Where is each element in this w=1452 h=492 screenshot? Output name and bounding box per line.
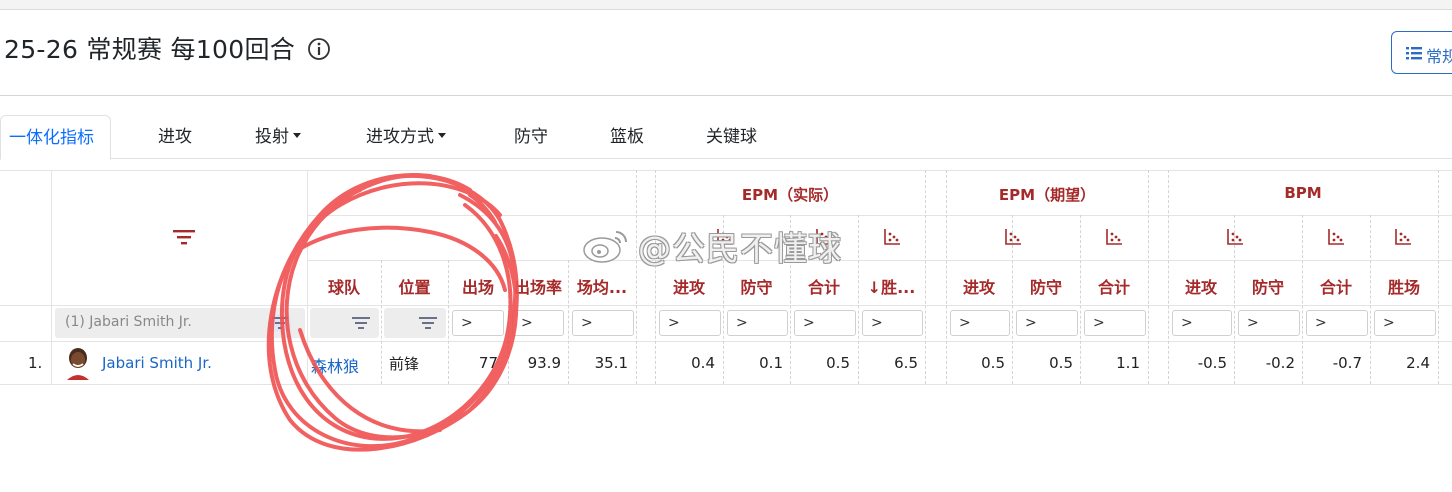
stat-tabs: 一体化指标 进攻 投射 进攻方式 防守 篮板 关键球	[0, 115, 1452, 160]
filter-icon[interactable]	[269, 315, 291, 331]
tab-label: 防守	[514, 127, 548, 147]
caret-down-icon	[293, 133, 301, 138]
minutes-cell: 35.1	[594, 354, 628, 372]
scatter-plot-icon[interactable]	[883, 228, 901, 246]
column-header-xepm-total[interactable]: 合计	[1080, 274, 1148, 298]
epm-total-filter-input[interactable]: >	[794, 310, 856, 336]
page-title: 25-26 常规赛 每100回合	[4, 35, 296, 64]
tab-label: 篮板	[610, 127, 644, 147]
xepm-off-filter-input[interactable]: >	[950, 310, 1010, 336]
table-row: 1. Jabari Smith Jr. 森林狼 前锋 77 93.9 35.1 …	[0, 342, 1452, 384]
tab-label: 进攻	[158, 127, 192, 147]
bpm-wins-filter-input[interactable]: >	[1374, 310, 1436, 336]
epm-def-filter-input[interactable]: >	[727, 310, 788, 336]
scatter-plot-icon[interactable]	[1226, 228, 1244, 246]
tab-clutch[interactable]: 关键球	[706, 115, 757, 159]
team-filter-field[interactable]	[310, 308, 379, 338]
xepm-def-cell: 0.5	[1049, 354, 1073, 372]
bpm-off-filter-input[interactable]: >	[1172, 310, 1232, 336]
scatter-plot-icon[interactable]	[1394, 228, 1412, 246]
tab-shooting[interactable]: 投射	[255, 115, 301, 159]
column-header-xepm-off[interactable]: 进攻	[946, 274, 1012, 298]
tab-label: 进攻方式	[366, 127, 434, 147]
xepm-def-filter-input[interactable]: >	[1016, 310, 1078, 336]
info-circle-icon[interactable]	[307, 37, 331, 61]
list-icon	[1406, 47, 1422, 60]
caret-down-icon	[438, 133, 446, 138]
browser-top-strip	[0, 0, 1452, 10]
tab-label: 关键球	[706, 127, 757, 147]
column-header-epm-total[interactable]: 合计	[790, 274, 858, 298]
tab-play-type[interactable]: 进攻方式	[366, 115, 446, 159]
bpm-def-cell: -0.2	[1265, 354, 1295, 372]
games-filter-input[interactable]: >	[452, 310, 504, 336]
column-header-xepm-def[interactable]: 防守	[1012, 274, 1080, 298]
sort-desc-icon: ↓	[867, 278, 882, 297]
epm-off-filter-input[interactable]: >	[659, 310, 721, 336]
position-filter-field[interactable]	[384, 308, 446, 338]
column-header-position[interactable]: 位置	[381, 274, 448, 298]
stats-table: EPM（实际） EPM（期望） BPM 球队 位置 出场 出场率 场均... 进…	[0, 170, 1452, 385]
scatter-plot-icon[interactable]	[1105, 228, 1123, 246]
group-header-epm-actual: EPM（实际）	[741, 186, 839, 204]
group-header-bpm: BPM	[1284, 184, 1322, 202]
epm-off-cell: 0.4	[691, 354, 715, 372]
scatter-plot-icon[interactable]	[1004, 228, 1022, 246]
column-header-bpm-def[interactable]: 防守	[1234, 274, 1302, 298]
row-rank: 1.	[28, 354, 43, 372]
watermark-text: @公民不懂球	[638, 229, 842, 268]
games-rate-filter-input[interactable]: >	[512, 310, 564, 336]
epm-wins-filter-input[interactable]: >	[862, 310, 923, 336]
column-header-epm-def[interactable]: 防守	[723, 274, 790, 298]
tab-defense[interactable]: 防守	[514, 115, 548, 159]
column-header-games[interactable]: 出场	[448, 274, 508, 298]
column-header-minutes[interactable]: 场均...	[568, 274, 636, 298]
avatar	[64, 346, 92, 380]
position-cell: 前锋	[389, 355, 420, 373]
bpm-total-filter-input[interactable]: >	[1306, 310, 1368, 336]
column-header-bpm-off[interactable]: 进攻	[1168, 274, 1234, 298]
column-header-epm-wins-label: 胜...	[881, 278, 916, 297]
xepm-total-cell: 1.1	[1116, 354, 1140, 372]
filter-icon[interactable]	[350, 315, 372, 331]
epm-total-cell: 0.5	[826, 354, 850, 372]
xepm-off-cell: 0.5	[981, 354, 1005, 372]
scatter-plot-icon[interactable]	[1327, 228, 1345, 246]
player-filter-placeholder: (1) Jabari Smith Jr.	[65, 314, 192, 330]
column-header-games-rate[interactable]: 出场率	[508, 274, 568, 298]
title-divider	[0, 95, 1452, 96]
bpm-total-cell: -0.7	[1332, 354, 1362, 372]
tab-integrated[interactable]: 一体化指标	[0, 115, 111, 160]
games-cell: 77	[478, 354, 498, 372]
bpm-off-cell: -0.5	[1197, 354, 1227, 372]
team-link[interactable]: 森林狼	[311, 353, 359, 377]
bpm-def-filter-input[interactable]: >	[1238, 310, 1300, 336]
xepm-total-filter-input[interactable]: >	[1084, 310, 1146, 336]
player-filter-field[interactable]: (1) Jabari Smith Jr.	[55, 308, 305, 338]
games-rate-cell: 93.9	[527, 354, 561, 372]
column-header-epm-wins[interactable]: ↓胜...	[858, 274, 925, 298]
weibo-icon	[583, 231, 627, 263]
tab-label: 一体化指标	[9, 128, 94, 148]
column-header-team[interactable]: 球队	[307, 274, 381, 298]
filter-icon[interactable]	[173, 228, 195, 246]
column-header-epm-off[interactable]: 进攻	[655, 274, 723, 298]
bpm-wins-cell: 2.4	[1406, 354, 1430, 372]
epm-def-cell: 0.1	[759, 354, 783, 372]
group-header-epm-expected: EPM（期望）	[998, 186, 1096, 204]
view-toggle-label: 常规	[1426, 47, 1452, 66]
epm-wins-cell: 6.5	[894, 354, 918, 372]
column-header-bpm-wins[interactable]: 胜场	[1370, 274, 1438, 298]
tab-rebounds[interactable]: 篮板	[610, 115, 644, 159]
view-toggle-button[interactable]: 常规	[1391, 31, 1452, 74]
tab-label: 投射	[255, 127, 289, 147]
tab-offense[interactable]: 进攻	[158, 115, 192, 159]
player-name-link[interactable]: Jabari Smith Jr.	[102, 354, 212, 372]
minutes-filter-input[interactable]: >	[572, 310, 634, 336]
column-header-bpm-total[interactable]: 合计	[1302, 274, 1370, 298]
filter-icon[interactable]	[417, 315, 439, 331]
